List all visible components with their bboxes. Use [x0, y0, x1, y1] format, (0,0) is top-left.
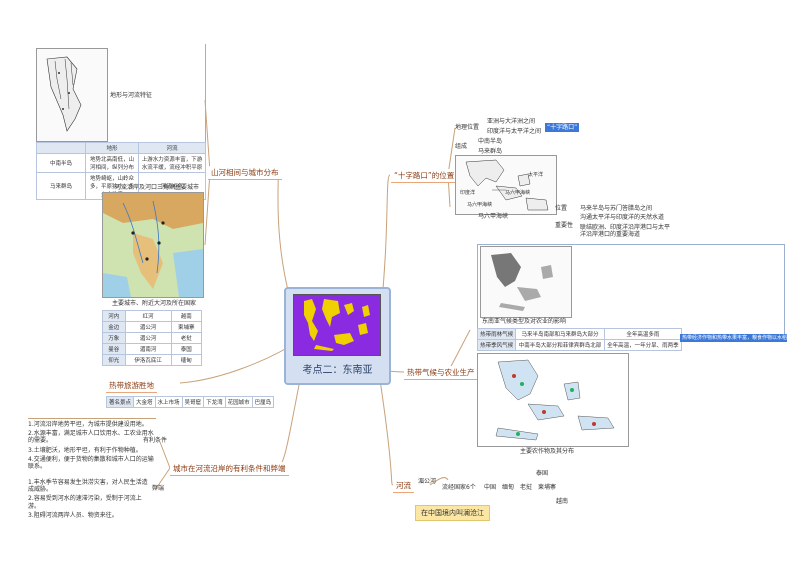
map-label: 太平洋 — [528, 172, 544, 178]
table-row: 热带季风气候 中南半岛大部分和菲律宾群岛北部 全年高温，一年分旱、雨两季 — [476, 339, 683, 351]
tourism-title[interactable]: 热带旅游胜地 — [106, 379, 157, 393]
branch-climate-agri[interactable]: 热带气候与农业生产 — [404, 366, 478, 380]
tourism-table: 著名景点 大金塔 水上市场 吴哥窟 下龙湾 花园城市 巴厘岛 — [105, 396, 275, 408]
crops-map-image — [495, 359, 615, 441]
favorable-item: 2.水源丰富，满足城市人口饮用水、工农业用水的需要。 — [28, 430, 154, 445]
climate-map-image — [491, 253, 553, 311]
terrain-caption: 地形与河流特征 — [110, 92, 153, 99]
climate-map-caption: 东南亚气候类型及对农业的影响 — [482, 318, 567, 325]
crops-map — [477, 353, 629, 447]
physical-map — [102, 192, 204, 298]
importance-item: 联结欧洲、印度洋沿岸港口与太平洋沿岸港口的重要海道 — [580, 224, 671, 239]
table-row: 著名景点 大金塔 水上市场 吴哥窟 下龙湾 花园城市 巴厘岛 — [105, 396, 275, 408]
table-row: 金边 湄公河 柬埔寨 — [102, 321, 203, 333]
location-text: 马来半岛与苏门答腊岛之间 — [580, 205, 653, 212]
effect-tag[interactable]: 热带经济作物和热带水果丰富，粮食作物以水稻为主 — [680, 334, 787, 342]
geo-tag[interactable]: “十字路口” — [545, 123, 580, 133]
compose-label: 组成 — [455, 143, 468, 150]
terrain-map-image — [46, 56, 82, 132]
flow-item: 流经国家6个 — [442, 484, 476, 491]
favorable-item: 1.河流沿岸地势平坦，为城市提供建设用地。 — [28, 421, 148, 428]
importance-label: 重要性 — [555, 222, 574, 229]
center-title: 考点二：东南亚 — [302, 365, 373, 376]
mekong-label: 湄公河 — [418, 478, 437, 485]
rivers-bracket — [205, 44, 206, 144]
branch-rivers-cities[interactable]: 山河相间与城市分布 — [208, 166, 282, 180]
connector-cross-sub — [447, 127, 456, 208]
branch-crossroads[interactable]: “十字路口”的位置 — [391, 169, 458, 183]
delta-caption: 河流沿岸及河口三角洲 — [115, 184, 176, 191]
drawback-list: 1.丰水季节容易发生洪涝灾害，对人民生活造成威胁。 2.容易受到河水的速滞污染，… — [28, 477, 150, 519]
map-label: 马六甲海峡 — [505, 190, 531, 196]
drawback-item: 1.丰水季节容易发生洪涝灾害，对人民生活造成威胁。 — [28, 479, 148, 494]
map-label: 马六甲海峡 — [467, 202, 493, 208]
location-label: 位置 — [555, 205, 568, 212]
table-row: 中南半岛 地势北高南低，山河相间，纵列分布 上游水力资源丰富，下游水流平缓，流经… — [36, 153, 206, 173]
favorable-item: 3.土壤肥沃，地形平坦，有利于作物种植。 — [28, 446, 142, 454]
table-row: 仰光 伊洛瓦底江 缅甸 — [102, 354, 203, 366]
flow-item: 中国 — [484, 484, 497, 491]
drawback-item: 3.阻碍河流两岸人员、物资来往。 — [28, 511, 118, 519]
climate-map — [480, 246, 572, 318]
importance-item: 沟通太平洋与印度洋的天然水道 — [580, 214, 665, 221]
physical-map-image — [103, 193, 203, 297]
geo-label: 地理位置 — [455, 124, 480, 131]
southeast-asia-map-icon — [304, 299, 370, 351]
favorable-label: 有利条件 — [143, 437, 168, 444]
table-row: 热带雨林气候 马来半岛南部和马来群岛大部分 全年高温多雨 — [476, 328, 683, 340]
table-row: 河内 红河 越南 — [102, 310, 203, 322]
cities-table: 河内 红河 越南 金边 湄公河 柬埔寨 万象 湄公河 老挝 曼谷 湄南河 泰国 仰光 伊洛瓦底江缅… — [102, 310, 203, 366]
flow-item: 柬埔寨 — [538, 484, 557, 491]
table-row: 曼谷 湄南河 泰国 — [102, 343, 203, 355]
flow-item: 泰国 — [536, 470, 549, 477]
favorable-list: 1.河流沿岸地势平坦，为城市提供建设用地。 2.水源丰富，满足城市人口饮用水、工… — [28, 418, 156, 470]
flow-item: 缅甸 — [502, 484, 515, 491]
cities-caption: 主要城市、附近大河及所在国家 — [112, 300, 197, 307]
drawback-item: 2.容易受到河水的速滞污染，受制于河流上游。 — [28, 495, 142, 510]
drawback-label: 弊端 — [152, 485, 165, 492]
favorable-item: 4.交通便利，便于货物的集散和城市人口的运输联系。 — [28, 455, 154, 470]
crops-caption: 主要农作物及其分布 — [520, 448, 575, 455]
flow-item: 越南 — [556, 498, 569, 505]
center-node[interactable]: 考点二：东南亚 — [284, 287, 391, 385]
center-map — [293, 294, 381, 356]
table-row: 万象 湄公河 老挝 — [102, 332, 203, 344]
capital-caption: 主要城市 — [175, 184, 200, 191]
climate-table: 热带雨林气候 马来半岛南部和马来群岛大部分 全年高温多雨 热带季风气候 中南半岛… — [476, 328, 683, 351]
connector-river — [379, 379, 394, 486]
flow-item: 老挝 — [520, 484, 533, 491]
china-tag[interactable]: 在中国境内叫澜沧江 — [415, 505, 490, 521]
geo-item: 印度洋与太平洋之间 — [487, 128, 542, 135]
branch-advantages[interactable]: 城市在河流沿岸的有利条件和弊端 — [170, 462, 289, 476]
connector-advantages — [277, 379, 301, 469]
geo-item: 亚洲与大洋洲之间 — [487, 118, 536, 125]
branch-river[interactable]: 河流 — [393, 479, 414, 493]
strait-label: 马六甲海峡 — [478, 213, 509, 220]
terrain-map — [36, 48, 108, 142]
map-label: 印度洋 — [460, 190, 476, 196]
compose-item: 中南半岛 — [478, 138, 503, 145]
connector-adv-sub — [154, 441, 171, 491]
